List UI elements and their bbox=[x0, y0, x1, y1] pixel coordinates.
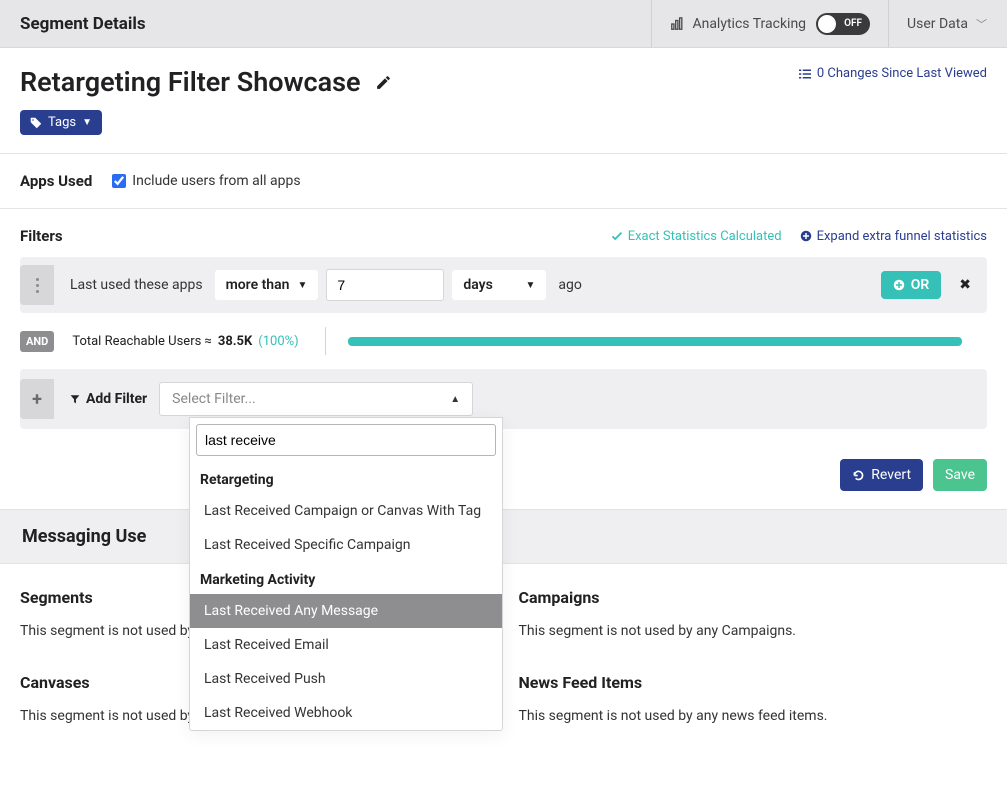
filter-row-actions: OR ✖ bbox=[881, 271, 975, 299]
campaigns-heading: Campaigns bbox=[519, 588, 988, 607]
dropdown-option[interactable]: Last Received Campaign or Canvas With Ta… bbox=[190, 494, 502, 528]
revert-label: Revert bbox=[871, 467, 911, 483]
newsfeed-text: This segment is not used by any news fee… bbox=[519, 708, 988, 724]
reachable-prefix: Total Reachable Users ≈ bbox=[72, 334, 212, 349]
suffix-label: ago bbox=[558, 277, 581, 293]
messaging-use-banner: Messaging Use bbox=[0, 509, 1007, 564]
dropdown-option[interactable]: Last Received Webhook bbox=[190, 696, 502, 730]
undo-icon bbox=[852, 469, 865, 482]
filter-dropdown-panel: Retargeting Last Received Campaign or Ca… bbox=[189, 417, 503, 731]
save-button[interactable]: Save bbox=[933, 459, 987, 491]
filters-label: Filters bbox=[20, 227, 63, 245]
caret-up-icon: ▲ bbox=[450, 394, 460, 405]
edit-icon[interactable] bbox=[375, 74, 392, 91]
analytics-tracking-label: Analytics Tracking bbox=[692, 16, 806, 32]
dropdown-option[interactable]: Last Received Push bbox=[190, 662, 502, 696]
tags-button[interactable]: Tags ▼ bbox=[20, 110, 102, 135]
dropdown-group-marketing: Marketing Activity bbox=[190, 562, 502, 594]
or-button[interactable]: OR bbox=[881, 271, 942, 299]
apps-used-label: Apps Used bbox=[20, 172, 92, 190]
save-label: Save bbox=[945, 467, 975, 483]
reach-progress bbox=[348, 337, 962, 346]
filters-header-right: Exact Statistics Calculated Expand extra… bbox=[611, 229, 987, 244]
title-row: Retargeting Filter Showcase 0 Changes Si… bbox=[0, 48, 1007, 110]
comparator-select[interactable]: more than ▼ bbox=[215, 270, 319, 300]
reachable-count: 38.5K bbox=[218, 334, 252, 349]
exact-statistics-status: Exact Statistics Calculated bbox=[611, 229, 782, 244]
plus-circle-icon bbox=[893, 279, 905, 291]
messaging-grid: Segments This segment is not used by any… bbox=[0, 564, 1007, 748]
filter-search-input[interactable] bbox=[196, 424, 496, 456]
exact-statistics-text: Exact Statistics Calculated bbox=[628, 229, 782, 244]
funnel-icon bbox=[70, 394, 80, 404]
expand-funnel-text: Expand extra funnel statistics bbox=[817, 229, 987, 244]
segment-title-wrap: Retargeting Filter Showcase bbox=[20, 66, 392, 98]
add-filter-label: Add Filter bbox=[86, 391, 147, 407]
filter-field-label: Last used these apps bbox=[70, 277, 203, 293]
campaigns-column: Campaigns This segment is not used by an… bbox=[519, 588, 988, 724]
comparator-value: more than bbox=[226, 277, 290, 293]
filters-header: Filters Exact Statistics Calculated Expa… bbox=[0, 209, 1007, 257]
add-filter-label-wrap: Add Filter bbox=[70, 391, 147, 407]
include-all-apps-label: Include users from all apps bbox=[132, 173, 300, 189]
drag-handle[interactable] bbox=[20, 265, 54, 305]
check-icon bbox=[611, 230, 623, 242]
dropdown-option[interactable]: Last Received Specific Campaign bbox=[190, 528, 502, 562]
value-input[interactable] bbox=[326, 269, 444, 301]
select-filter-placeholder: Select Filter... bbox=[172, 391, 255, 407]
user-data-dropdown[interactable]: User Data ﹀ bbox=[888, 0, 987, 47]
analytics-toggle[interactable]: OFF bbox=[816, 13, 870, 35]
include-all-apps-checkbox[interactable] bbox=[112, 174, 126, 188]
select-filter-dropdown[interactable]: Select Filter... ▲ bbox=[159, 382, 473, 416]
and-chip: AND bbox=[20, 331, 54, 352]
filter-row-1: Last used these apps more than ▼ days ▼ … bbox=[20, 257, 987, 313]
dropdown-option-highlighted[interactable]: Last Received Any Message bbox=[190, 594, 502, 628]
divider bbox=[325, 327, 326, 355]
reachable-users-text: Total Reachable Users ≈ 38.5K (100%) bbox=[72, 334, 298, 349]
tag-icon bbox=[30, 117, 42, 129]
add-filter-handle[interactable]: + bbox=[20, 379, 54, 419]
apps-used-section: Apps Used Include users from all apps bbox=[0, 154, 1007, 208]
dropdown-group-retargeting: Retargeting bbox=[190, 462, 502, 494]
tags-row: Tags ▼ bbox=[0, 110, 1007, 153]
expand-funnel-link[interactable]: Expand extra funnel statistics bbox=[800, 229, 987, 244]
reachable-pct: (100%) bbox=[258, 334, 298, 349]
caret-down-icon: ▼ bbox=[525, 280, 535, 291]
changes-text: 0 Changes Since Last Viewed bbox=[817, 66, 987, 81]
changes-since-viewed-link[interactable]: 0 Changes Since Last Viewed bbox=[799, 66, 987, 81]
reach-row: AND Total Reachable Users ≈ 38.5K (100%) bbox=[0, 313, 1007, 369]
topbar: Segment Details Analytics Tracking OFF U… bbox=[0, 0, 1007, 48]
caret-down-icon: ▼ bbox=[297, 280, 307, 291]
unit-value: days bbox=[463, 277, 492, 293]
add-filter-row: + Add Filter Select Filter... ▲ Retarget… bbox=[20, 369, 987, 429]
analytics-tracking-toggle-section: Analytics Tracking OFF bbox=[651, 0, 888, 47]
dropdown-option[interactable]: Last Received Email bbox=[190, 628, 502, 662]
chevron-down-icon: ﹀ bbox=[976, 16, 987, 32]
remove-filter-button[interactable]: ✖ bbox=[955, 277, 975, 293]
newsfeed-heading: News Feed Items bbox=[519, 673, 988, 692]
reach-progress-fill bbox=[348, 337, 962, 346]
actions-row: Revert Save bbox=[0, 429, 1007, 509]
include-all-apps-checkbox-row[interactable]: Include users from all apps bbox=[112, 173, 300, 189]
caret-down-icon: ▼ bbox=[82, 117, 92, 128]
unit-select[interactable]: days ▼ bbox=[452, 270, 546, 300]
tags-label: Tags bbox=[48, 115, 76, 130]
analytics-toggle-state: OFF bbox=[844, 18, 862, 29]
revert-button[interactable]: Revert bbox=[840, 459, 923, 491]
user-data-label: User Data bbox=[907, 16, 968, 32]
page-title: Segment Details bbox=[20, 14, 146, 34]
segment-title: Retargeting Filter Showcase bbox=[20, 66, 361, 98]
plus-circle-icon bbox=[800, 230, 812, 242]
campaigns-text: This segment is not used by any Campaign… bbox=[519, 623, 988, 639]
topbar-right: Analytics Tracking OFF User Data ﹀ bbox=[651, 0, 987, 47]
or-label: OR bbox=[911, 277, 930, 293]
list-icon bbox=[799, 68, 811, 80]
bar-chart-icon bbox=[670, 17, 684, 31]
